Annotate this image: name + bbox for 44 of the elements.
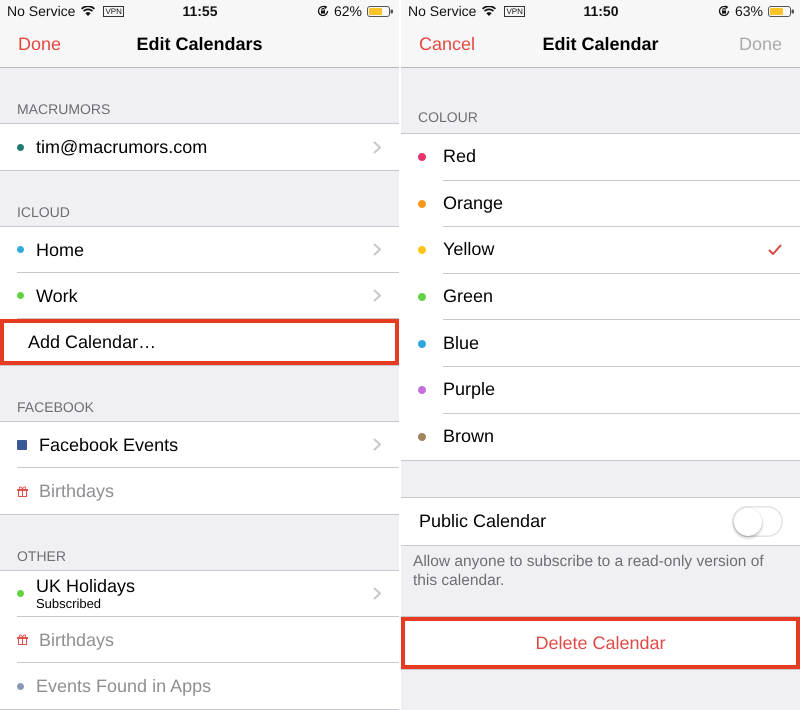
- public-calendar-switch[interactable]: [732, 506, 783, 538]
- wifi-icon: [482, 6, 496, 16]
- rotation-lock-icon: [718, 5, 730, 17]
- subtitle-text: Subscribed: [36, 596, 102, 611]
- add-calendar-row[interactable]: Add Calendar…: [0, 319, 399, 365]
- done-button[interactable]: Done: [18, 34, 62, 55]
- wifi-icon: [81, 6, 96, 16]
- nav-title: Edit Calendar: [542, 34, 659, 55]
- battery-percent-text: 63%: [734, 3, 763, 19]
- vpn-badge: VPN: [103, 6, 124, 16]
- section-header: ICLOUD: [17, 204, 70, 220]
- colour-option[interactable]: Green: [401, 274, 800, 320]
- rotation-lock-icon: [316, 5, 329, 17]
- calendar-row[interactable]: Work: [0, 273, 399, 319]
- footer-text: Allow anyone to subscribe to a read-only version of this calendar.: [413, 553, 764, 590]
- tile-icon: [17, 440, 27, 450]
- gift-icon: [17, 486, 28, 496]
- section-header: MACRUMORS: [17, 101, 110, 117]
- battery-icon: [768, 6, 794, 16]
- section-header: FACEBOOK: [17, 399, 94, 415]
- section-header: OTHER: [17, 548, 66, 564]
- colour-option[interactable]: Red: [401, 134, 800, 181]
- calendar-row[interactable]: Home: [0, 227, 399, 273]
- gift-icon: [17, 634, 28, 645]
- carrier-text: No Service: [408, 3, 476, 19]
- colour-option[interactable]: Brown: [401, 414, 800, 460]
- colour-option[interactable]: Orange: [401, 180, 800, 228]
- colour-option[interactable]: Yellow: [401, 227, 800, 274]
- vpn-badge: VPN: [504, 6, 525, 16]
- colour-option[interactable]: Purple: [401, 366, 800, 414]
- battery-icon: [367, 6, 393, 16]
- nav-title: Edit Calendars: [136, 34, 263, 55]
- delete-calendar-button[interactable]: Delete Calendar: [401, 617, 800, 670]
- section-header: COLOUR: [418, 109, 478, 125]
- calendar-row[interactable]: UK Holidays Subscribed: [0, 571, 399, 617]
- time-text: 11:55: [182, 3, 218, 19]
- carrier-text: No Service: [7, 3, 76, 19]
- time-text: 11:50: [583, 3, 619, 19]
- public-calendar-label: Public Calendar: [419, 511, 546, 532]
- calendar-row[interactable]: tim@macrumors.com: [0, 124, 399, 170]
- battery-percent-text: 62%: [334, 3, 362, 19]
- colour-option[interactable]: Blue: [401, 320, 800, 367]
- cancel-button[interactable]: Cancel: [419, 34, 476, 55]
- calendar-row[interactable]: Facebook Events: [0, 422, 399, 468]
